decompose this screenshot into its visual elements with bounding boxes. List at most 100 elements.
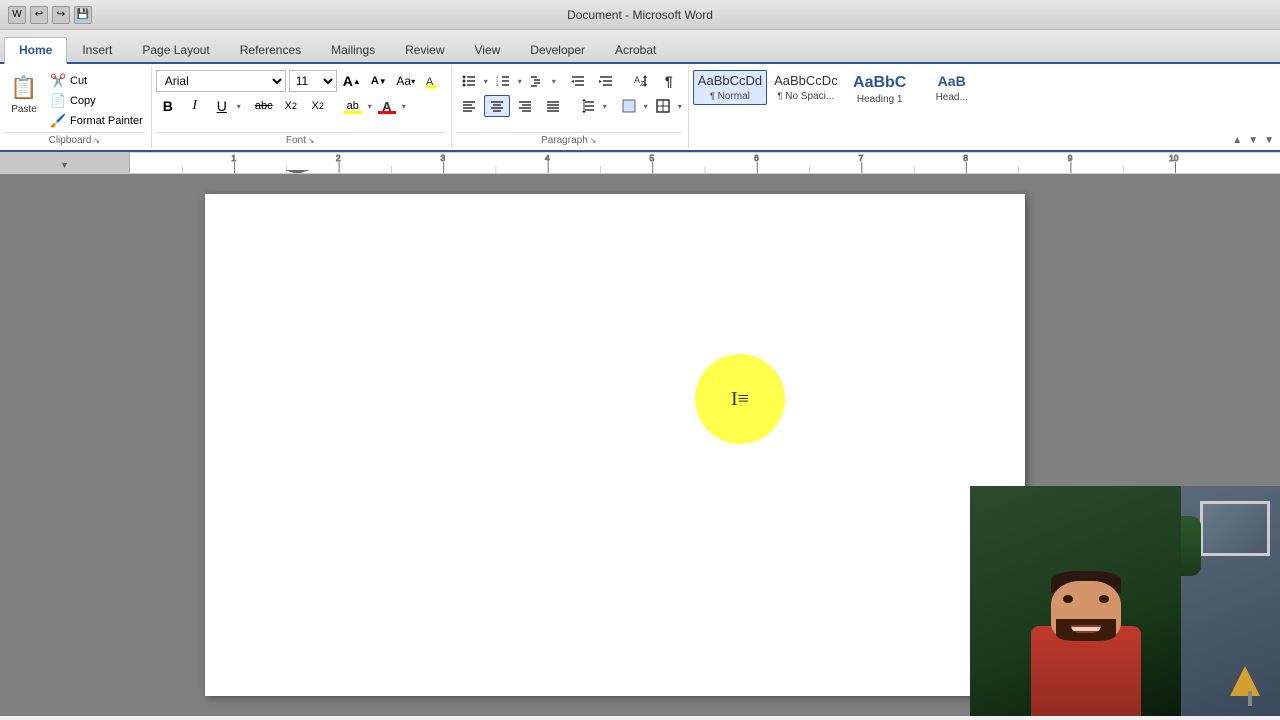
tab-review[interactable]: Review <box>390 37 459 62</box>
styles-scroll-up[interactable]: ▲ <box>1232 135 1242 146</box>
tab-insert[interactable]: Insert <box>67 37 127 62</box>
shrink-font-button[interactable]: A▼ <box>367 70 391 92</box>
style-heading1-preview: AaBbC <box>853 73 906 92</box>
font-color-button[interactable]: A <box>375 95 399 117</box>
multilevel-list-button[interactable] <box>524 70 550 92</box>
paste-label: Paste <box>11 104 37 115</box>
bullets-icon <box>461 73 477 89</box>
align-center-icon <box>489 98 505 114</box>
clipboard-expand-icon[interactable]: ↘ <box>93 136 100 145</box>
shading-button[interactable] <box>616 95 642 117</box>
styles-scroll-down[interactable]: ▼ <box>1248 135 1258 146</box>
borders-dropdown[interactable]: ▾ <box>678 102 682 111</box>
shading-dropdown[interactable]: ▾ <box>644 102 648 111</box>
underline-dropdown[interactable]: ▾ <box>237 102 241 111</box>
styles-section-label: ▲ ▼ ▼ <box>693 133 1274 148</box>
change-case-button[interactable]: Aa▾ <box>394 70 418 92</box>
undo-button[interactable]: ↩ <box>30 6 48 24</box>
increase-indent-button[interactable] <box>593 70 619 92</box>
redo-button[interactable]: ↪ <box>52 6 70 24</box>
show-marks-button[interactable]: ¶ <box>656 70 682 92</box>
tab-developer[interactable]: Developer <box>515 37 600 62</box>
shading-icon <box>621 98 637 114</box>
style-no-spacing-preview: AaBbCcDc <box>774 73 838 89</box>
italic-button[interactable]: I <box>183 95 207 117</box>
nospace-mark: ¶ <box>778 91 783 101</box>
increase-indent-icon <box>598 73 614 89</box>
justify-button[interactable] <box>540 95 566 117</box>
webcam-overlay <box>970 486 1280 716</box>
svg-text:6: 6 <box>754 154 759 163</box>
clipboard-section: 📋 Paste ✂️ Cut 📄 Copy 🖌️ Format Painter <box>0 66 152 148</box>
line-spacing-button[interactable] <box>575 95 601 117</box>
bold-button[interactable]: B <box>156 95 180 117</box>
paragraph-section-label[interactable]: Paragraph ↘ <box>456 132 682 148</box>
styles-expand-icon[interactable]: ▼ <box>1264 135 1274 146</box>
window-title: Document - Microsoft Word <box>567 8 713 22</box>
font-color-dropdown[interactable]: ▾ <box>402 102 406 111</box>
tab-mailings[interactable]: Mailings <box>316 37 390 62</box>
paragraph-expand-icon[interactable]: ↘ <box>590 136 597 145</box>
style-heading2[interactable]: AaB Head... <box>917 70 987 106</box>
style-no-spacing[interactable]: AaBbCcDc ¶ No Spaci... <box>769 70 843 105</box>
font-family-select[interactable]: Arial <box>156 70 286 92</box>
font-expand-icon[interactable]: ↘ <box>308 136 315 145</box>
numbering-button[interactable]: 1. 2. 3. <box>490 70 516 92</box>
ruler-svg: 1 2 3 4 5 6 7 8 9 10 <box>130 152 1280 173</box>
tab-page-layout[interactable]: Page Layout <box>127 37 224 62</box>
strikethrough-button[interactable]: abc <box>252 95 276 117</box>
svg-text:3.: 3. <box>496 82 499 87</box>
cursor-indicator: I≡ <box>695 354 785 444</box>
styles-section: AaBbCcDd ¶ Normal AaBbCcDc ¶ No Spaci...… <box>689 66 1280 148</box>
cut-label: Cut <box>70 75 87 87</box>
superscript-button[interactable]: X2 <box>306 95 330 117</box>
svg-text:9: 9 <box>1068 154 1073 163</box>
clipboard-section-label[interactable]: Clipboard ↘ <box>4 132 145 148</box>
grow-font-button[interactable]: A▲ <box>340 70 364 92</box>
cursor-symbol: I≡ <box>731 388 749 411</box>
align-left-button[interactable] <box>456 95 482 117</box>
align-right-button[interactable] <box>512 95 538 117</box>
svg-text:8: 8 <box>963 154 968 163</box>
paragraph-row1: ▾ 1. 2. 3. ▾ <box>456 70 682 92</box>
highlight-dropdown[interactable]: ▾ <box>368 102 372 111</box>
highlight-color-button[interactable]: ab <box>341 95 365 117</box>
tab-references[interactable]: References <box>225 37 316 62</box>
bullets-button[interactable] <box>456 70 482 92</box>
bullets-dropdown[interactable]: ▾ <box>484 77 488 86</box>
multilevel-dropdown[interactable]: ▾ <box>552 77 556 86</box>
underline-button[interactable]: U <box>210 95 234 117</box>
sort-button[interactable]: A Z <box>628 70 654 92</box>
line-spacing-dropdown[interactable]: ▾ <box>603 102 607 111</box>
ruler: ▼ 1 2 3 4 5 6 7 8 9 10 <box>0 152 1280 174</box>
tab-view[interactable]: View <box>460 37 516 62</box>
svg-text:3: 3 <box>441 154 446 163</box>
format-painter-button[interactable]: 🖌️ Format Painter <box>48 112 145 130</box>
borders-button[interactable] <box>650 95 676 117</box>
subscript-button[interactable]: X2 <box>279 95 303 117</box>
tab-home[interactable]: Home <box>4 37 67 64</box>
quick-access-toolbar: W ↩ ↪ 💾 <box>8 6 92 24</box>
align-center-button[interactable] <box>484 95 510 117</box>
font-row1: Arial 11 A▲ A▼ Aa▾ A <box>156 70 445 92</box>
style-heading1[interactable]: AaBbC Heading 1 <box>845 70 915 108</box>
tab-acrobat[interactable]: Acrobat <box>600 37 671 62</box>
font-section: Arial 11 A▲ A▼ Aa▾ A B I U ▾ <box>152 66 452 148</box>
svg-text:4: 4 <box>545 154 550 163</box>
clear-formatting-button[interactable]: A <box>421 70 445 92</box>
numbering-dropdown[interactable]: ▾ <box>518 77 522 86</box>
justify-icon <box>545 98 561 114</box>
font-section-label[interactable]: Font ↘ <box>156 132 445 148</box>
multilevel-icon <box>529 73 545 89</box>
cut-button[interactable]: ✂️ Cut <box>48 72 145 90</box>
word-icon[interactable]: W <box>8 6 26 24</box>
decrease-indent-button[interactable] <box>565 70 591 92</box>
save-button[interactable]: 💾 <box>74 6 92 24</box>
document-page[interactable]: I≡ <box>205 194 1025 696</box>
style-normal[interactable]: AaBbCcDd ¶ Normal <box>693 70 767 105</box>
format-painter-icon: 🖌️ <box>50 113 66 129</box>
copy-icon: 📄 <box>50 93 66 109</box>
paste-button[interactable]: 📋 Paste <box>4 70 44 117</box>
copy-button[interactable]: 📄 Copy <box>48 92 145 110</box>
font-size-select[interactable]: 11 <box>289 70 337 92</box>
